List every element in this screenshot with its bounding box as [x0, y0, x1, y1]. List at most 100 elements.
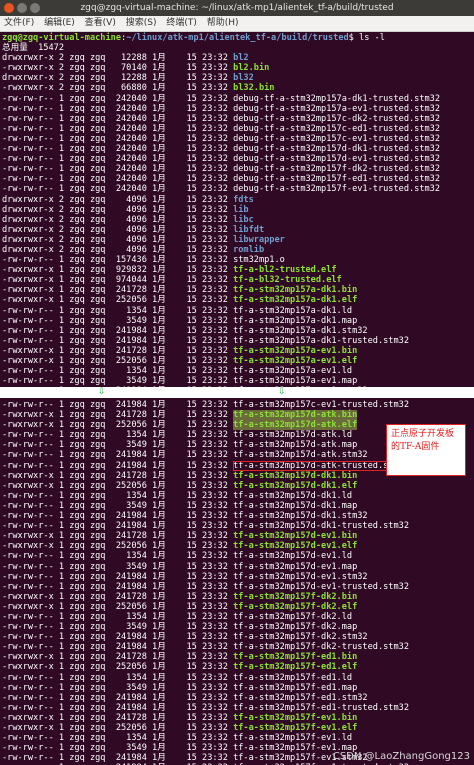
file-name: debug-tf-a-stm32mp157a-ev1-trusted.stm32 [233, 103, 441, 114]
file-name: debug-tf-a-stm32mp157d-dk1-trusted.stm32 [233, 144, 441, 155]
file-list-row: drwxrwxr-x 2 zgq zgq 12288 1月 15 23:32 b… [2, 73, 474, 83]
file-name: tf-a-stm32mp157f-ev1.elf [233, 723, 358, 733]
file-meta: -rw-rw-r-- 1 zgq zgq 241984 1月 15 23:32 [2, 753, 234, 764]
file-list-row: drwxrwxr-x 2 zgq zgq 4096 1月 15 23:32 li… [2, 215, 474, 225]
file-list-row: -rwxrwxr-x 1 zgq zgq 252056 1月 15 23:32 … [2, 723, 474, 733]
file-list-row: -rw-rw-r-- 1 zgq zgq 3549 1月 15 23:32 tf… [2, 622, 474, 632]
total-line: 总用量 15472 [2, 43, 64, 54]
command-text: ls -l [359, 33, 385, 43]
file-meta: drwxrwxr-x 2 zgq zgq 12288 1月 15 23:32 [2, 73, 234, 84]
maximize-window-icon[interactable] [30, 3, 40, 13]
file-name: tf-a-stm32mp157f-ev1.bin [233, 712, 358, 723]
file-name: libwrapper [233, 234, 285, 245]
file-meta: -rw-rw-r-- 1 zgq zgq 242040 1月 15 23:32 [2, 154, 234, 165]
watermark: CSDN @LaoZhangGong123 [332, 751, 470, 762]
file-meta: -rwxrwxr-x 1 zgq zgq 241728 1月 15 23:32 [2, 712, 234, 723]
file-meta: -rw-rw-r-- 1 zgq zgq 242040 1月 15 23:32 [2, 164, 234, 175]
file-list-row: -rwxrwxr-x 1 zgq zgq 252056 1月 15 23:32 … [2, 356, 474, 366]
file-list-row: drwxrwxr-x 2 zgq zgq 4096 1月 15 23:32 li… [2, 225, 474, 235]
file-name: debug-tf-a-stm32mp157f-dk2-trusted.stm32 [233, 164, 441, 175]
file-meta: -rw-rw-r-- 1 zgq zgq 241984 1月 15 23:32 [2, 335, 234, 346]
menu-terminal[interactable]: 终端(T) [166, 18, 197, 28]
file-meta: -rw-rw-r-- 1 zgq zgq 3549 1月 15 23:32 [2, 682, 234, 693]
prompt-path: ~/linux/atk-mp1/alientek_tf-a/build/trus… [126, 33, 349, 43]
file-meta: -rw-rw-r-- 1 zgq zgq 1354 1月 15 23:32 [2, 366, 234, 377]
file-name: tf-a-stm32mp157a-dk1.bin [233, 285, 358, 296]
file-list-row: -rw-rw-r-- 1 zgq zgq 242040 1月 15 23:32 … [2, 174, 474, 184]
file-meta: -rwxrwxr-x 1 zgq zgq 241728 1月 15 23:32 [2, 410, 234, 421]
file-list-row: -rwxrwxr-x 2 zgq zgq 70140 1月 15 23:32 b… [2, 63, 474, 73]
file-list-row: -rw-rw-r-- 1 zgq zgq 241984 1月 15 23:32 … [2, 582, 474, 592]
file-meta: -rwxrwxr-x 2 zgq zgq 70140 1月 15 23:32 [2, 63, 234, 74]
file-name: tf-a-stm32mp157f-ed1-trusted.stm32 [233, 702, 409, 713]
file-meta: drwxrwxr-x 2 zgq zgq 4096 1月 15 23:32 [2, 224, 234, 235]
file-meta: -rw-rw-r-- 1 zgq zgq 3549 1月 15 23:32 [2, 376, 234, 387]
file-meta: -rw-rw-r-- 1 zgq zgq 242040 1月 15 23:32 [2, 103, 234, 114]
file-meta: -rw-rw-r-- 1 zgq zgq 3549 1月 15 23:32 [2, 561, 234, 572]
file-meta: -rwxrwxr-x 1 zgq zgq 252056 1月 15 23:32 [2, 723, 234, 733]
file-name: tf-a-stm32mp157f-ed1.map [233, 682, 358, 693]
file-list-row: -rw-rw-r-- 1 zgq zgq 3549 1月 15 23:32 tf… [2, 376, 474, 386]
file-list-row: -rwxrwxr-x 2 zgq zgq 66880 1月 15 23:32 b… [2, 83, 474, 93]
file-name: tf-a-stm32mp157a-dk1.stm32 [233, 325, 368, 336]
file-name: tf-a-stm32mp157f-dk2.ld [233, 611, 353, 622]
file-meta: drwxrwxr-x 2 zgq zgq 4096 1月 15 23:32 [2, 214, 234, 225]
menu-file[interactable]: 文件(F) [4, 18, 34, 28]
file-meta: -rw-rw-r-- 1 zgq zgq 242040 1月 15 23:32 [2, 123, 234, 134]
file-meta: -rw-rw-r-- 1 zgq zgq 1354 1月 15 23:32 [2, 611, 234, 622]
file-meta: -rwxrwxr-x 1 zgq zgq 252056 1月 15 23:32 [2, 662, 234, 673]
file-name: tf-a-stm32mp157a-ev1.bin [233, 345, 358, 356]
file-list-row: -rw-rw-r-- 1 zgq zgq 242040 1月 15 23:32 … [2, 154, 474, 164]
window-titlebar[interactable]: zgq@zgq-virtual-machine: ~/linux/atk-mp1… [0, 0, 474, 16]
down-arrow-icon: ⇩ [98, 387, 106, 397]
file-meta: -rwxrwxr-x 1 zgq zgq 252056 1月 15 23:32 [2, 420, 234, 431]
separator-strip: ⇩ ⇩ [0, 387, 474, 398]
file-meta: drwxrwxr-x 2 zgq zgq 12288 1月 15 23:32 [2, 53, 234, 64]
menu-help[interactable]: 帮助(H) [207, 18, 239, 28]
file-list-row: -rwxrwxr-x 1 zgq zgq 241728 1月 15 23:32 … [2, 652, 474, 662]
file-name: bl32 [233, 73, 254, 84]
file-name: tf-a-stm32mp157f-dk2.bin [233, 591, 358, 602]
menu-edit[interactable]: 编辑(E) [44, 18, 75, 28]
menu-view[interactable]: 查看(V) [85, 18, 116, 28]
file-name: libfdt [233, 224, 265, 235]
file-list-row: -rwxrwxr-x 1 zgq zgq 252056 1月 15 23:32 … [2, 662, 474, 672]
file-meta: -rw-rw-r-- 1 zgq zgq 1354 1月 15 23:32 [2, 733, 234, 744]
file-meta: -rw-rw-r-- 1 zgq zgq 242040 1月 15 23:32 [2, 184, 234, 195]
file-list-row: -rw-rw-r-- 1 zgq zgq 1354 1月 15 23:32 tf… [2, 733, 474, 743]
file-name: tf-a-bl32-trusted.elf [233, 275, 342, 286]
file-name: tf-a-stm32mp157f-ed1.stm32 [233, 692, 368, 703]
file-meta: -rw-rw-r-- 1 zgq zgq 241984 1月 15 23:32 [2, 511, 234, 522]
file-list-row: -rwxrwxr-x 1 zgq zgq 974044 1月 15 23:32 … [2, 275, 474, 285]
close-window-icon[interactable] [4, 3, 14, 13]
file-meta: -rw-rw-r-- 1 zgq zgq 242040 1月 15 23:32 [2, 174, 234, 185]
menu-search[interactable]: 搜索(S) [126, 18, 157, 28]
minimize-window-icon[interactable] [17, 3, 27, 13]
file-list-row: drwxrwxr-x 2 zgq zgq 4096 1月 15 23:32 fd… [2, 195, 474, 205]
file-meta: -rw-rw-r-- 1 zgq zgq 3549 1月 15 23:32 [2, 315, 234, 326]
file-name: tf-a-stm32mp157f-dk2.elf [233, 601, 358, 612]
file-list-row: -rw-rw-r-- 1 zgq zgq 1354 1月 15 23:32 tf… [2, 306, 474, 316]
file-list-row: -rw-rw-r-- 1 zgq zgq 1354 1月 15 23:32 tf… [2, 551, 474, 561]
file-meta: -rw-rw-r-- 1 zgq zgq 241984 1月 15 23:32 [2, 400, 234, 410]
file-name: tf-a-stm32mp157f-ed1.elf [233, 662, 358, 673]
file-name: romlib [233, 244, 265, 255]
file-meta: -rw-rw-r-- 1 zgq zgq 1354 1月 15 23:32 [2, 430, 234, 441]
terminal-window-top[interactable]: zgq@zgq-virtual-machine: ~/linux/atk-mp1… [0, 0, 474, 387]
menu-bar: 文件(F) 编辑(E) 查看(V) 搜索(S) 终端(T) 帮助(H) [0, 16, 474, 32]
file-list-row: -rw-rw-r-- 1 zgq zgq 241984 1月 15 23:32 … [2, 693, 474, 703]
file-list-row: drwxrwxr-x 2 zgq zgq 4096 1月 15 23:32 li… [2, 205, 474, 215]
file-name: debug-tf-a-stm32mp157d-ev1-trusted.stm32 [233, 154, 441, 165]
file-meta: -rwxrwxr-x 1 zgq zgq 252056 1月 15 23:32 [2, 356, 234, 366]
file-meta: drwxrwxr-x 2 zgq zgq 4096 1月 15 23:32 [2, 244, 234, 255]
file-meta: -rw-rw-r-- 1 zgq zgq 242040 1月 15 23:32 [2, 133, 234, 144]
file-list-row: -rwxrwxr-x 1 zgq zgq 252056 1月 15 23:32 … [2, 602, 474, 612]
file-list-row: -rw-rw-r-- 1 zgq zgq 3549 1月 15 23:32 tf… [2, 316, 474, 326]
file-list-row: -rw-rw-r-- 1 zgq zgq 242040 1月 15 23:32 … [2, 164, 474, 174]
file-name: fdts [233, 194, 254, 205]
file-list-top: drwxrwxr-x 2 zgq zgq 12288 1月 15 23:32 b… [2, 53, 474, 387]
file-list-row: -rwxrwxr-x 1 zgq zgq 241728 1月 15 23:32 … [2, 285, 474, 295]
file-meta: -rw-rw-r-- 1 zgq zgq 241984 1月 15 23:32 [2, 450, 234, 461]
file-list-row: -rwxrwxr-x 1 zgq zgq 241728 1月 15 23:32 … [2, 531, 474, 541]
file-meta: -rw-rw-r-- 1 zgq zgq 241984 1月 15 23:32 [2, 460, 234, 471]
